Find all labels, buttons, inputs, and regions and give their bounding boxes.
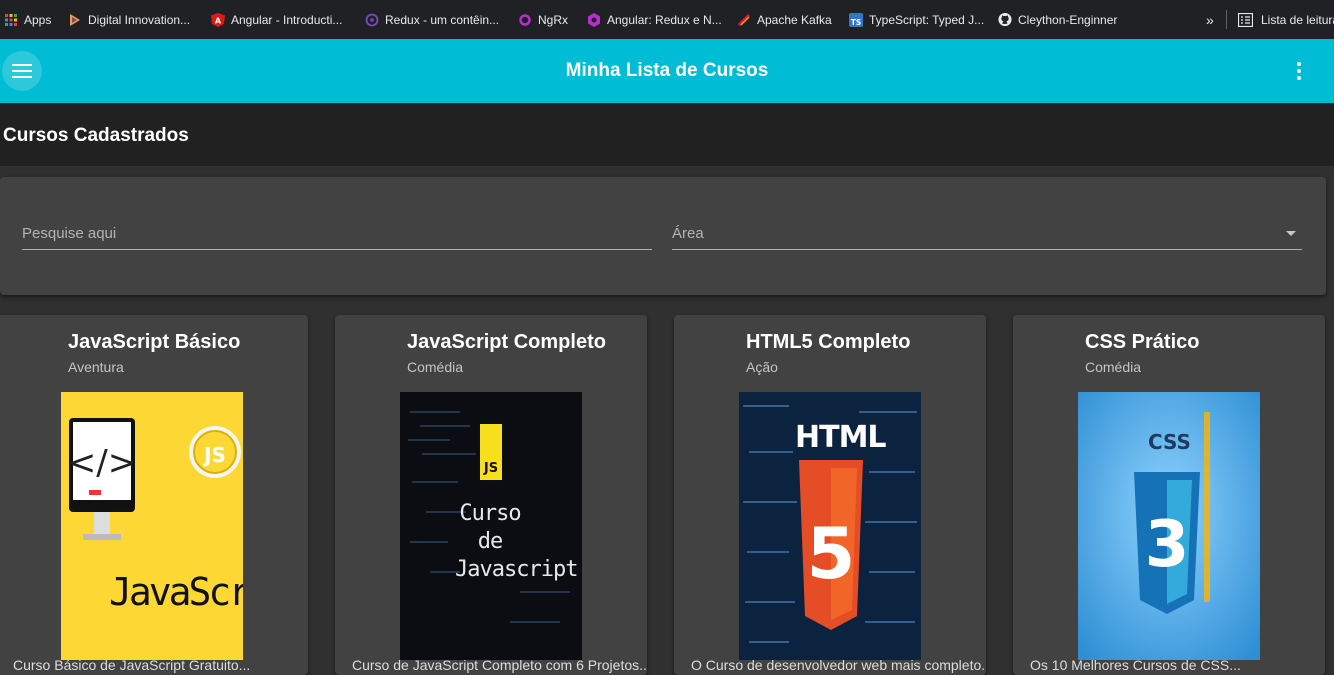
course-description: Curso Básico de JavaScript Gratuito... [13, 657, 251, 673]
hamburger-menu-icon [12, 64, 32, 78]
dio-icon [68, 13, 82, 27]
html5-badge-digit: 5 [807, 513, 856, 595]
bookmark-dio[interactable]: Digital Innovation... [68, 0, 190, 39]
page-title: Cursos Cadastrados [3, 125, 189, 146]
hamburger-menu-button[interactable] [2, 51, 42, 91]
bookmark-kafka[interactable]: Apache Kafka [737, 0, 832, 39]
course-card[interactable]: CSS Prático Comédia 3 CSS Os 10 Melhores… [1013, 315, 1325, 675]
course-image: 5 HTML [739, 392, 921, 660]
bookmark-label: Redux - um contêin... [385, 12, 500, 27]
search-input[interactable]: Pesquise aqui [22, 221, 652, 250]
app-toolbar: Minha Lista de Cursos [0, 39, 1334, 103]
ngrx-icon [587, 12, 601, 27]
github-icon [998, 12, 1012, 27]
course-image: 3 CSS [1078, 392, 1260, 660]
course-description: Os 10 Melhores Cursos de CSS... [1030, 657, 1241, 673]
angular-icon: A [211, 12, 225, 27]
bookmark-label: Apache Kafka [757, 12, 832, 27]
course-image: JS Curso de Javascript [400, 392, 582, 660]
typescript-icon: TS [849, 12, 863, 27]
reading-list-icon [1238, 12, 1253, 27]
chevron-down-icon [1286, 231, 1296, 236]
bookmark-github[interactable]: Cleython-Enginner [998, 0, 1117, 39]
course-category: Comédia [1085, 359, 1142, 375]
course-title: CSS Prático [1085, 331, 1200, 353]
reading-list-button[interactable]: Lista de leitura [1238, 0, 1334, 39]
app-title: Minha Lista de Cursos [565, 60, 769, 81]
svg-text:A: A [215, 16, 222, 25]
bookmark-redux[interactable]: Redux - um contêin... [365, 0, 499, 39]
kafka-icon [737, 13, 751, 27]
course-category: Ação [746, 359, 778, 375]
course-card[interactable]: HTML5 Completo Ação 5 HTML O Curso de de… [674, 315, 986, 675]
more-bookmarks-button[interactable]: » [1206, 0, 1214, 39]
course-image-text: HTML [795, 420, 887, 455]
bookmark-label: NgRx [538, 12, 569, 27]
course-category: Comédia [407, 359, 464, 375]
course-description: O Curso de desenvolvedor web mais comple… [691, 657, 986, 673]
course-category: Aventura [68, 359, 124, 375]
course-image-text: JavaScript [109, 570, 243, 614]
course-description: Curso de JavaScript Completo com 6 Proje… [352, 657, 647, 673]
more-vertical-icon[interactable] [1289, 61, 1309, 81]
bookmark-ngrx[interactable]: NgRx [518, 0, 568, 39]
redux-icon [365, 13, 379, 27]
course-title: JavaScript Básico [68, 331, 241, 353]
search-placeholder: Pesquise aqui [22, 225, 117, 242]
bookmark-label: Digital Innovation... [88, 12, 191, 27]
ngrx-icon [518, 13, 532, 27]
bookmark-angular-redux[interactable]: Angular: Redux e N... [587, 0, 722, 39]
bookmark-apps[interactable]: Apps [4, 0, 51, 39]
bookmark-label: TypeScript: Typed J... [869, 12, 985, 27]
bookmark-label: Apps [24, 12, 52, 27]
bookmark-label: Angular: Redux e N... [607, 12, 722, 27]
bookmarks-bar: Apps Digital Innovation... A Angular - I… [0, 0, 1334, 39]
svg-text:TS: TS [851, 18, 862, 27]
svg-text:</>: </> [68, 443, 136, 483]
course-title: HTML5 Completo [746, 331, 911, 353]
bookmark-label: Angular - Introducti... [231, 12, 343, 27]
course-card[interactable]: JavaScript Básico Aventura </> JS JavaSc… [0, 315, 308, 675]
course-card[interactable]: JavaScript Completo Comédia JS Curso de … [335, 315, 647, 675]
course-image-text: Curso de Javascript [455, 501, 578, 582]
area-placeholder: Área [672, 225, 704, 242]
bookmark-label: Cleython-Enginner [1018, 12, 1118, 27]
svg-text:JS: JS [202, 443, 226, 467]
reading-list-label: Lista de leitura [1261, 12, 1334, 27]
svg-text:JS: JS [483, 461, 498, 476]
course-title: JavaScript Completo [407, 331, 606, 353]
filter-card: Pesquise aqui Área [0, 177, 1326, 295]
bookmark-typescript[interactable]: TS TypeScript: Typed J... [849, 0, 984, 39]
page-header: Cursos Cadastrados [0, 103, 1334, 166]
bookmark-divider [1226, 10, 1227, 29]
apps-grid-icon [4, 13, 18, 27]
css3-badge-digit: 3 [1145, 508, 1190, 582]
course-image: </> JS JavaScript [61, 392, 243, 660]
course-image-text: CSS [1148, 430, 1191, 454]
area-select[interactable]: Área [672, 221, 1302, 250]
bookmark-angular[interactable]: A Angular - Introducti... [211, 0, 342, 39]
